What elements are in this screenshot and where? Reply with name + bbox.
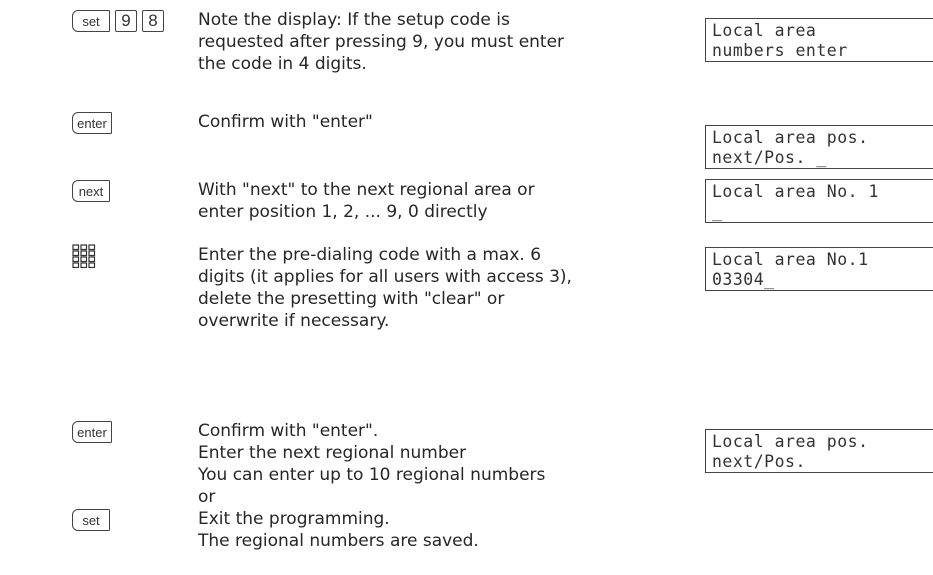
step-4-line: Enter the pre-dialing code with a max. 6 bbox=[198, 245, 542, 265]
step-1-line: the code in 4 digits. bbox=[198, 54, 367, 74]
step-2-line: Confirm with "enter" bbox=[198, 112, 373, 132]
step-5-description: Confirm with "enter". Enter the next reg… bbox=[198, 420, 653, 508]
display-line: numbers enter bbox=[712, 41, 848, 60]
step-1-description: Note the display: If the setup code is r… bbox=[198, 9, 653, 75]
display-line: Local area No. 1 bbox=[712, 182, 879, 201]
step-3-description: With "next" to the next regional area or… bbox=[198, 179, 653, 223]
digit-9-key: 9 bbox=[115, 10, 137, 32]
enter-key: enter bbox=[72, 421, 112, 443]
display-step-1: Local area numbers enter bbox=[705, 18, 933, 62]
keypad-icon bbox=[72, 244, 96, 269]
step-3-line: With "next" to the next regional area or bbox=[198, 180, 535, 200]
set-key: set bbox=[72, 10, 110, 32]
display-step-4: Local area No.1 03304_ bbox=[705, 247, 933, 291]
next-key: next bbox=[72, 180, 110, 202]
enter-key: enter bbox=[72, 112, 112, 134]
step-1-line: Note the display: If the setup code is bbox=[198, 10, 510, 30]
display-step-5: Local area pos. next/Pos. bbox=[705, 429, 933, 473]
step-6-line: The regional numbers are saved. bbox=[198, 531, 479, 551]
step-5-line: You can enter up to 10 regional numbers bbox=[198, 465, 546, 485]
display-line: Local area pos. bbox=[712, 432, 869, 451]
digit-8-key: 8 bbox=[142, 10, 164, 32]
step-5-line: or bbox=[198, 487, 216, 507]
display-line: Local area No.1 bbox=[712, 250, 869, 269]
display-line: next/Pos. _ bbox=[712, 148, 827, 167]
display-line: _ bbox=[712, 202, 723, 221]
step-6-line: Exit the programming. bbox=[198, 509, 390, 529]
step-4-line: digits (it applies for all users with ac… bbox=[198, 267, 572, 287]
display-line: 03304_ bbox=[712, 270, 775, 289]
step-5-line: Enter the next regional number bbox=[198, 443, 467, 463]
step-6-description: Exit the programming. The regional numbe… bbox=[198, 508, 653, 552]
step-4-description: Enter the pre-dialing code with a max. 6… bbox=[198, 244, 653, 332]
step-3-line: enter position 1, 2, ... 9, 0 directly bbox=[198, 202, 488, 222]
display-step-3: Local area No. 1 _ bbox=[705, 179, 933, 223]
step-5-line: Confirm with "enter". bbox=[198, 421, 379, 441]
step-1-line: requested after pressing 9, you must ent… bbox=[198, 32, 565, 52]
display-line: next/Pos. bbox=[712, 452, 806, 471]
step-4-line: delete the presetting with "clear" or bbox=[198, 289, 505, 309]
set-key: set bbox=[72, 509, 110, 531]
display-line: Local area pos. bbox=[712, 128, 869, 147]
display-step-2: Local area pos. next/Pos. _ bbox=[705, 125, 933, 169]
display-line: Local area bbox=[712, 21, 817, 40]
step-4-line: overwrite if necessary. bbox=[198, 311, 390, 331]
step-2-description: Confirm with "enter" bbox=[198, 111, 653, 133]
